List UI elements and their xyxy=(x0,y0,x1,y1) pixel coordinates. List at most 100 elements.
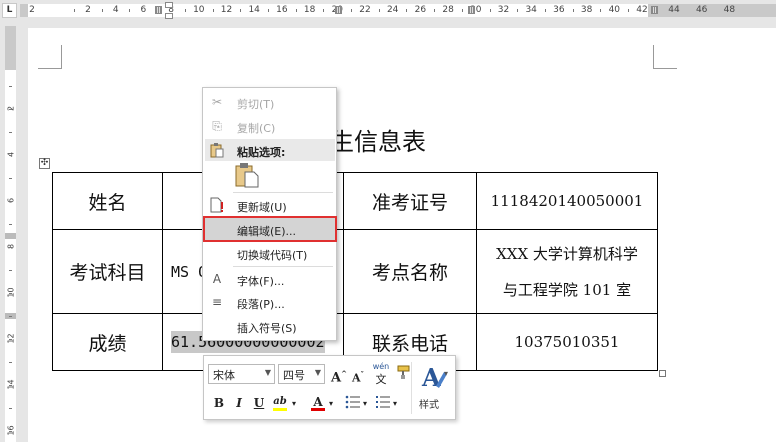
numbering-button[interactable] xyxy=(374,394,392,412)
bold-button[interactable]: B xyxy=(210,394,228,412)
ruler-tick xyxy=(295,9,297,12)
vruler-tick xyxy=(9,86,12,87)
ruler-number: 40 xyxy=(608,5,621,15)
ruler-tick xyxy=(600,9,602,12)
format-painter-button[interactable] xyxy=(394,364,412,382)
table-column-marker[interactable] xyxy=(651,6,658,14)
menu-header-paste-options: 粘贴选项: xyxy=(205,139,335,161)
ruler-number: 24 xyxy=(386,5,399,15)
table-cell-venue-value[interactable]: XXX 大学计算机科学 与工程学院 101 室 xyxy=(476,229,658,314)
vruler-tick xyxy=(9,132,12,133)
menu-item-update-field[interactable]: 更新域(U) xyxy=(205,194,335,216)
vruler-margin-top xyxy=(5,26,16,70)
vertical-ruler[interactable]: 246810121416 xyxy=(0,20,20,442)
info-table: 姓名 准考证号 1118420140050001 考试科目 MS O 考点名称 … xyxy=(52,172,658,371)
ruler-number: 10 xyxy=(193,5,205,15)
table-cell-venue-label[interactable]: 考点名称 xyxy=(343,229,477,314)
menu-item-font[interactable]: A 字体(F)... xyxy=(205,268,335,290)
context-menu: ✂ 剪切(T) ⎘ 复制(C) 粘贴选项: 更新域(U) 编辑域(E)... 切 xyxy=(202,87,337,341)
highlight-dropdown-arrow[interactable]: ▾ xyxy=(290,394,298,412)
vruler-row-marker[interactable] xyxy=(5,233,16,239)
ruler-tick xyxy=(267,9,269,12)
table-cell-subject-label[interactable]: 考试科目 xyxy=(52,229,163,314)
horizontal-ruler[interactable]: L 22468101214161820222426283032343638404… xyxy=(0,0,776,20)
margin-corner-top-left xyxy=(38,45,62,69)
menu-item-label: 插入符号(S) xyxy=(237,322,297,335)
paste-keep-format-icon[interactable] xyxy=(235,162,259,188)
chevron-down-icon: ▼ xyxy=(314,368,321,377)
underline-button[interactable]: U xyxy=(250,394,268,412)
font-color-button[interactable]: A xyxy=(309,393,327,411)
menu-item-label: 更新域(U) xyxy=(237,201,287,214)
menu-item-label: 复制(C) xyxy=(237,122,276,135)
menu-item-edit-field[interactable]: 编辑域(E)... xyxy=(203,216,337,242)
table-move-handle-icon[interactable]: ✣ xyxy=(39,158,50,169)
table-cell-exam-id-value[interactable]: 1118420140050001 xyxy=(476,172,658,230)
ruler-margin-left xyxy=(20,4,28,17)
shrink-font-button[interactable]: Aˇ xyxy=(349,366,367,385)
venue-line-2: 与工程学院 101 室 xyxy=(502,280,632,299)
highlight-color-bar xyxy=(273,408,287,411)
font-color-dropdown-arrow[interactable]: ▾ xyxy=(327,394,335,412)
table-cell-score-label[interactable]: 成绩 xyxy=(52,313,163,371)
menu-item-insert-symbol[interactable]: 插入符号(S) xyxy=(205,315,335,337)
mini-toolbar: 宋体 ▼ 四号 ▼ A^ Aˇ wén 文 B I U ab ▾ A ▾ ▾ ▾… xyxy=(203,355,456,420)
ruler-tick xyxy=(351,9,352,12)
menu-item-paragraph[interactable]: ≡ 段落(P)... xyxy=(205,291,335,313)
font-size-dropdown[interactable]: 四号 ▼ xyxy=(278,364,325,384)
menu-item-copy[interactable]: ⎘ 复制(C) xyxy=(205,115,335,137)
ruler-tick xyxy=(323,9,325,12)
ruler-number: 36 xyxy=(553,5,565,15)
table-resize-handle[interactable] xyxy=(659,370,666,377)
italic-button[interactable]: I xyxy=(230,394,248,412)
ruler-tick xyxy=(572,9,574,12)
styles-label: 样式 xyxy=(419,400,439,411)
ruler-number: 28 xyxy=(442,5,454,15)
ruler-tick xyxy=(74,9,75,12)
highlight-button[interactable]: ab xyxy=(271,393,289,411)
ruler-number: 12 xyxy=(220,5,233,15)
tab-selector[interactable]: L xyxy=(2,3,17,18)
menu-item-label: 粘贴选项: xyxy=(237,146,286,159)
table-cell-name-label[interactable]: 姓名 xyxy=(52,172,163,230)
toolbar-divider xyxy=(411,362,412,414)
ruler-tick xyxy=(406,9,408,12)
styles-button[interactable]: A ▾ xyxy=(418,362,450,392)
venue-line-1: XXX 大学计算机科学 xyxy=(496,244,638,263)
ruler-tick xyxy=(184,9,186,12)
table-column-marker[interactable] xyxy=(155,6,162,14)
copy-icon: ⎘ xyxy=(212,119,222,133)
word-window: L 22468101214161820222426283032343638404… xyxy=(0,0,776,442)
menu-item-toggle-field-codes[interactable]: 切换域代码(T) xyxy=(205,242,335,264)
hanging-indent-marker[interactable] xyxy=(165,13,173,19)
ruler-number: 48 xyxy=(723,5,736,15)
grow-font-button[interactable]: A^ xyxy=(330,365,348,385)
ruler-number: 22 xyxy=(359,5,371,15)
ruler-tick xyxy=(434,9,436,12)
ruler-number: 18 xyxy=(303,5,316,15)
table-column-marker[interactable] xyxy=(335,6,342,14)
menu-separator xyxy=(233,266,333,267)
ruler-tick xyxy=(212,9,214,12)
menu-item-cut[interactable]: ✂ 剪切(T) xyxy=(205,91,335,113)
ruler-number: 6 xyxy=(140,5,147,15)
table-column-marker[interactable] xyxy=(468,6,475,14)
ruler-number: 2 xyxy=(85,5,91,15)
table-cell-exam-id-label[interactable]: 准考证号 xyxy=(343,172,477,230)
numbering-dropdown-arrow[interactable]: ▾ xyxy=(391,394,399,412)
ruler-tick xyxy=(517,9,519,12)
font-name-dropdown[interactable]: 宋体 ▼ xyxy=(208,364,275,384)
bullets-button[interactable] xyxy=(344,394,362,412)
ruler-number: 38 xyxy=(580,5,593,15)
vruler-tick xyxy=(9,155,12,156)
table-cell-phone-value[interactable]: 10375010351 xyxy=(476,313,658,371)
vruler-tick xyxy=(9,339,12,340)
vruler-tick xyxy=(9,247,12,248)
vruler-tick xyxy=(9,385,12,386)
first-line-indent-marker[interactable] xyxy=(165,2,173,8)
vruler-tick xyxy=(9,201,12,202)
bullets-dropdown-arrow[interactable]: ▾ xyxy=(361,394,369,412)
scissors-icon: ✂ xyxy=(211,95,223,109)
phonetic-guide-button[interactable]: wén 文 xyxy=(370,362,392,386)
ruler-number: 26 xyxy=(414,5,427,15)
